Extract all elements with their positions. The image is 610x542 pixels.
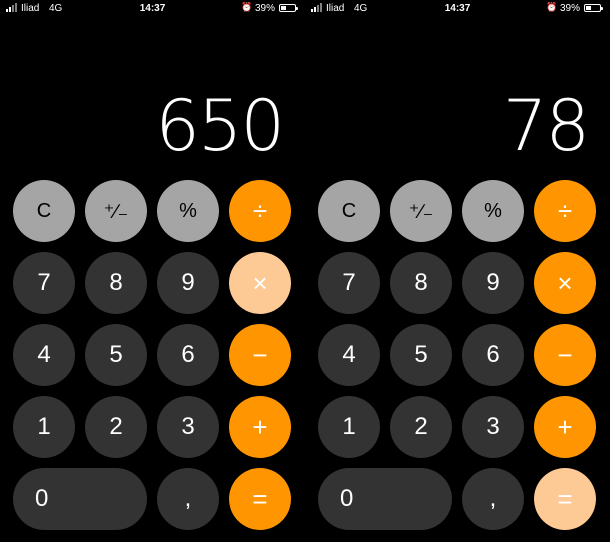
multiply-button[interactable]: × — [534, 252, 596, 314]
decimal-button[interactable]: , — [462, 468, 524, 530]
digit-0-button[interactable]: 0 — [318, 468, 452, 530]
digit-9-button[interactable]: 9 — [157, 252, 219, 314]
digit-5-button[interactable]: 5 — [85, 324, 147, 386]
digit-3-button[interactable]: 3 — [462, 396, 524, 458]
digit-4-button[interactable]: 4 — [13, 324, 75, 386]
battery-fill — [586, 6, 591, 10]
percent-button[interactable]: % — [157, 180, 219, 242]
sign-toggle-button[interactable]: ⁺∕₋ — [390, 180, 452, 242]
clear-button[interactable]: C — [13, 180, 75, 242]
digit-7-button[interactable]: 7 — [318, 252, 380, 314]
decimal-button[interactable]: , — [157, 468, 219, 530]
multiply-button[interactable]: × — [229, 252, 291, 314]
digit-6-button[interactable]: 6 — [462, 324, 524, 386]
digit-8-button[interactable]: 8 — [390, 252, 452, 314]
status-bar: Iliad 4G 14:37 ⏰ 39% — [0, 0, 305, 18]
alarm-clock-icon: ⏰ — [546, 2, 558, 12]
calculator-display: 650 — [155, 85, 285, 167]
battery-icon — [584, 4, 603, 12]
digit-3-button[interactable]: 3 — [157, 396, 219, 458]
clear-button[interactable]: C — [318, 180, 380, 242]
digit-2-button[interactable]: 2 — [390, 396, 452, 458]
digit-2-button[interactable]: 2 — [85, 396, 147, 458]
equals-button[interactable]: = — [229, 468, 291, 530]
digit-1-button[interactable]: 1 — [13, 396, 75, 458]
sign-toggle-button[interactable]: ⁺∕₋ — [85, 180, 147, 242]
equals-button[interactable]: = — [534, 468, 596, 530]
digit-0-button[interactable]: 0 — [13, 468, 147, 530]
add-button[interactable]: + — [229, 396, 291, 458]
subtract-button[interactable]: − — [534, 324, 596, 386]
digit-6-button[interactable]: 6 — [157, 324, 219, 386]
digit-9-button[interactable]: 9 — [462, 252, 524, 314]
calculator-screen-left: Iliad 4G 14:37 ⏰ 39% 650 C ⁺∕₋ % ÷ 7 8 9… — [0, 0, 305, 542]
divide-button[interactable]: ÷ — [534, 180, 596, 242]
divide-button[interactable]: ÷ — [229, 180, 291, 242]
battery-fill — [281, 6, 286, 10]
battery-percentage: 39% — [560, 3, 581, 14]
battery-percentage: 39% — [255, 3, 276, 14]
calculator-screen-right: Iliad 4G 14:37 ⏰ 39% 78 C ⁺∕₋ % ÷ 7 8 9 … — [305, 0, 610, 542]
digit-8-button[interactable]: 8 — [85, 252, 147, 314]
subtract-button[interactable]: − — [229, 324, 291, 386]
digit-4-button[interactable]: 4 — [318, 324, 380, 386]
calculator-display: 78 — [502, 85, 590, 167]
percent-button[interactable]: % — [462, 180, 524, 242]
battery-icon — [279, 4, 298, 12]
digit-5-button[interactable]: 5 — [390, 324, 452, 386]
add-button[interactable]: + — [534, 396, 596, 458]
alarm-clock-icon: ⏰ — [241, 2, 253, 12]
status-bar: Iliad 4G 14:37 ⏰ 39% — [305, 0, 610, 18]
digit-7-button[interactable]: 7 — [13, 252, 75, 314]
digit-1-button[interactable]: 1 — [318, 396, 380, 458]
